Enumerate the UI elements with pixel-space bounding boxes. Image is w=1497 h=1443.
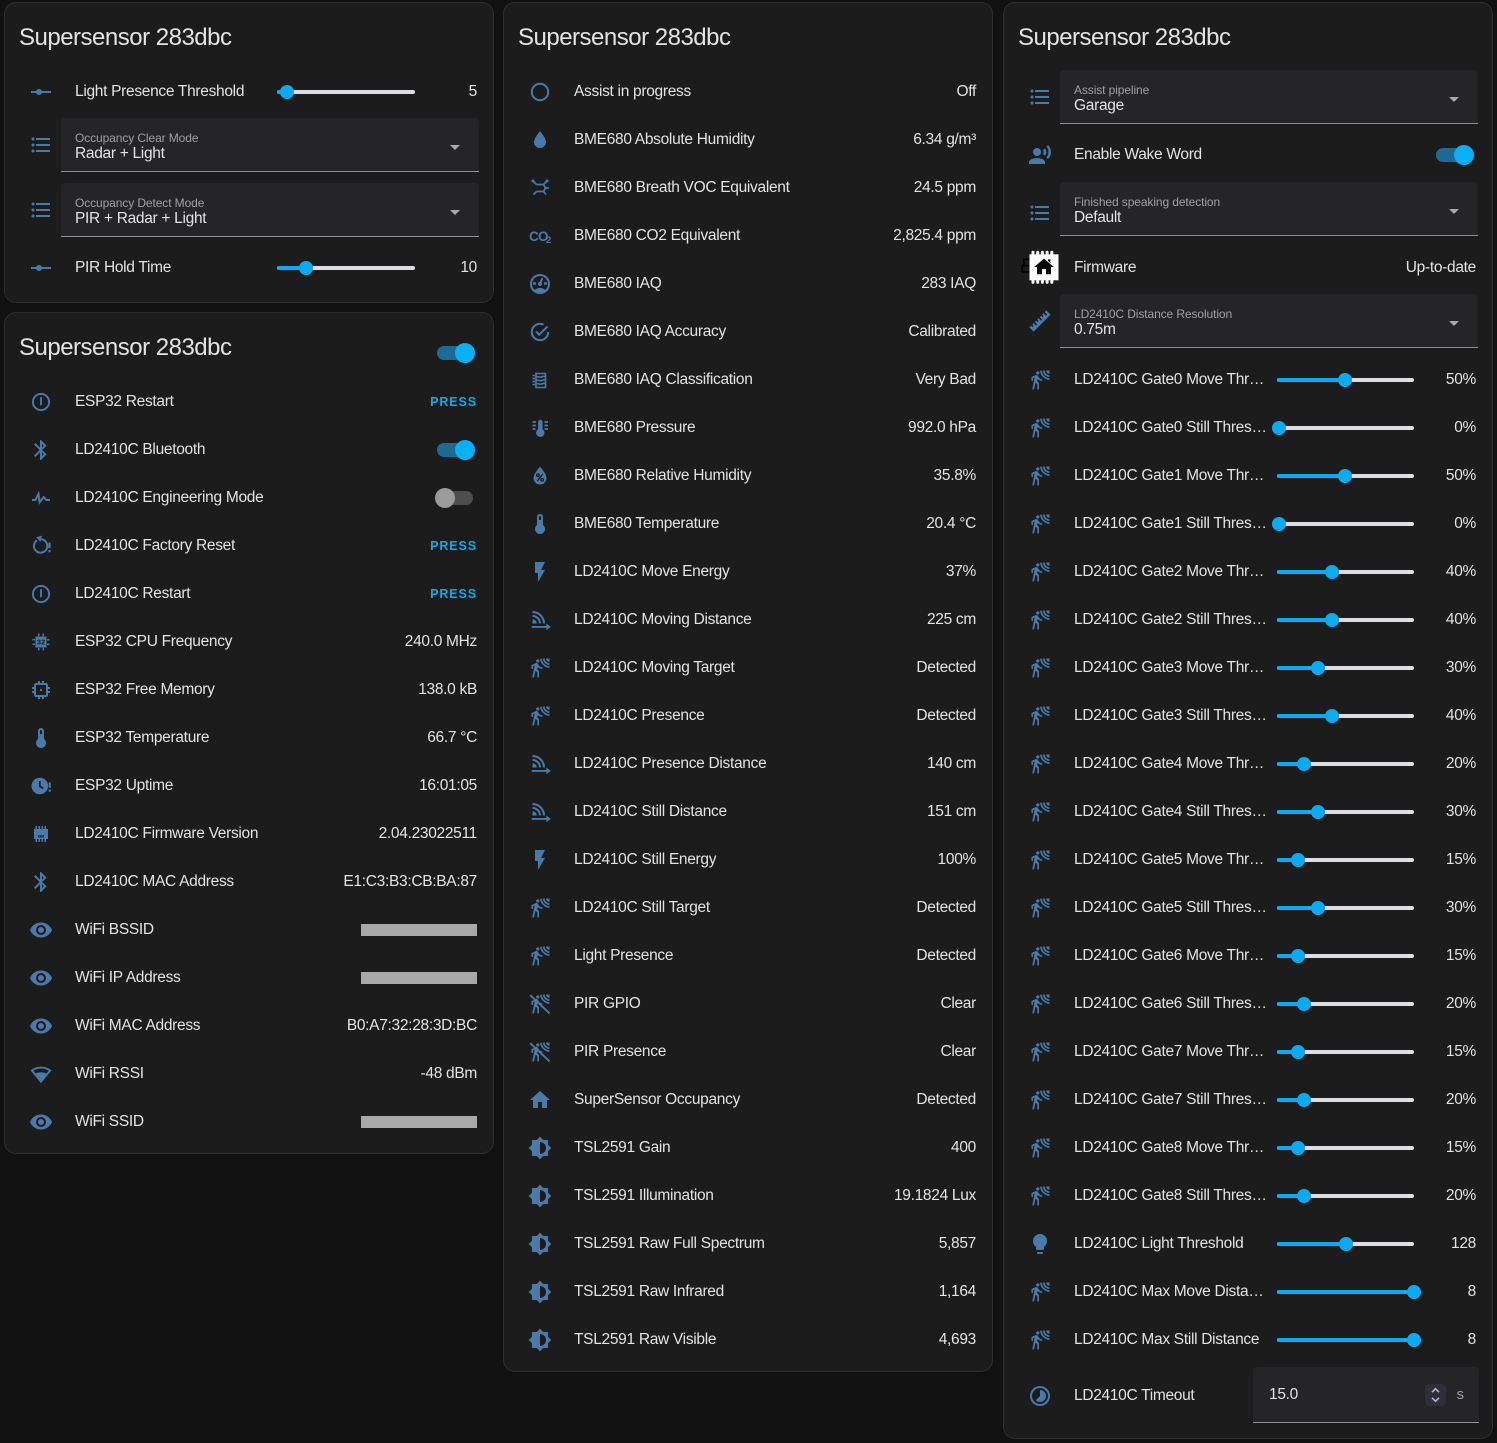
svg-text:2: 2	[546, 235, 551, 246]
svg-text:32: 32	[37, 638, 45, 647]
